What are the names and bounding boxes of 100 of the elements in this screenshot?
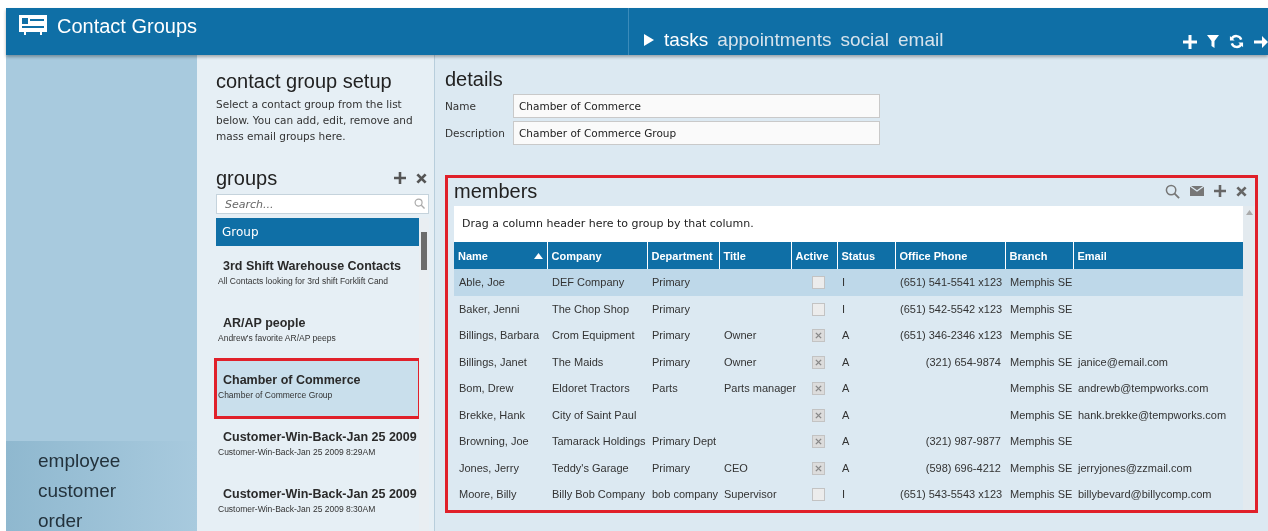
table-cell: Bom, Drew xyxy=(459,382,514,395)
scroll-up-icon[interactable] xyxy=(1245,210,1253,215)
table-row[interactable]: Baker, Jenni The Chop Shop Primary I (651) 542-5542 x123 Memphis SE xyxy=(454,295,1243,322)
group-description: Andrew's favorite AR/AP peeps xyxy=(218,333,337,343)
checkbox[interactable] xyxy=(812,276,825,290)
checkbox[interactable] xyxy=(812,382,825,396)
table-cell: Memphis SE xyxy=(1010,435,1073,448)
column-header[interactable]: Name xyxy=(454,242,547,269)
table-cell: Primary xyxy=(652,355,690,368)
app-title: Contact Groups xyxy=(57,14,198,38)
table-cell: I xyxy=(842,302,846,315)
table-row[interactable]: Browning, Joe Tamarack Holdings Primary Dept A (321) 987-9877 Memphis SE xyxy=(454,428,1243,455)
cross-icon xyxy=(815,332,822,340)
table-cell: Owner xyxy=(724,329,757,342)
groups-title: groups xyxy=(216,166,278,190)
cross-icon xyxy=(815,438,822,446)
members-title: members xyxy=(454,179,538,203)
group-name: Chamber of Commerce xyxy=(222,373,362,387)
add-icon[interactable] xyxy=(1183,34,1197,49)
table-cell: Able, Joe xyxy=(459,276,505,289)
scrollbar-thumb[interactable] xyxy=(421,232,427,270)
nav-tab[interactable]: social xyxy=(840,29,889,51)
table-cell: Memphis SE xyxy=(1010,382,1073,395)
group-name: Customer-Win-Back-Jan 25 2009 xyxy=(222,430,418,444)
details-title: details xyxy=(445,67,504,91)
cross-icon xyxy=(815,385,822,393)
table-cell: Primary xyxy=(652,461,690,474)
column-header[interactable]: Group xyxy=(216,218,419,246)
table-cell: Baker, Jenni xyxy=(459,302,520,315)
search-field[interactable]: Search... xyxy=(216,194,429,214)
table-cell: A xyxy=(842,408,850,421)
table-cell: (651) 541-5541 x123 xyxy=(900,276,1003,289)
checkbox[interactable] xyxy=(812,461,825,475)
table-cell: bob company xyxy=(652,488,719,501)
group-item[interactable]: Customer-Win-Back-Jan 25 2009 Customer-Win-Back-Jan 25 2009 8:30AM xyxy=(216,474,419,531)
table-cell: City of Saint Paul xyxy=(552,408,637,421)
input-field[interactable]: Chamber of Commerce xyxy=(513,94,880,118)
table-row[interactable]: Jones, Jerry Teddy's Garage Primary CEO A (598) 696-4212 Memphis SE jerryjones@zzmail.com xyxy=(454,454,1243,481)
column-header[interactable]: Active xyxy=(791,242,837,269)
checkbox[interactable] xyxy=(812,302,825,316)
column-header[interactable]: Status xyxy=(837,242,895,269)
table-cell: andrewb@tempworks.com xyxy=(1078,382,1209,395)
table-cell: Parts xyxy=(652,382,678,395)
table-cell: I xyxy=(842,488,846,501)
sidebar-item[interactable]: employee xyxy=(38,449,197,473)
table-cell: A xyxy=(842,329,850,342)
checkbox[interactable] xyxy=(812,408,825,422)
group-description: Customer-Win-Back-Jan 25 2009 8:30AM xyxy=(218,504,377,514)
checkbox[interactable] xyxy=(812,435,825,449)
search-icon[interactable] xyxy=(414,198,425,209)
table-row[interactable]: Moore, Billy Billy Bob Company bob company Supervisor I (651) 543-5543 x123 Memphis SE billybevard@billycomp.com xyxy=(454,481,1243,508)
group-name: 3rd Shift Warehouse Contacts xyxy=(222,259,403,273)
add-icon[interactable] xyxy=(1214,185,1226,197)
group-by-hint: Drag a column header here to group by that column. xyxy=(454,206,1243,242)
column-header[interactable]: Company xyxy=(547,242,647,269)
column-header[interactable]: Title xyxy=(719,242,791,269)
column-header[interactable]: Branch xyxy=(1005,242,1073,269)
group-item[interactable]: AR/AP people Andrew's favorite AR/AP peeps xyxy=(216,303,419,360)
sidebar-item[interactable]: order xyxy=(38,509,197,531)
group-description: Customer-Win-Back-Jan 25 2009 8:29AM xyxy=(218,447,377,457)
checkbox[interactable] xyxy=(812,355,825,369)
table-cell: (321) 654-9874 xyxy=(925,355,1001,368)
table-row[interactable]: Billings, Janet The Maids Primary Owner A (321) 654-9874 Memphis SE janice@email.com xyxy=(454,348,1243,375)
table-cell: Memphis SE xyxy=(1010,355,1073,368)
search-icon[interactable] xyxy=(1165,183,1180,199)
table-cell: hank.brekke@tempworks.com xyxy=(1078,408,1227,421)
column-header[interactable]: Department xyxy=(647,242,719,269)
nav-tab[interactable]: email xyxy=(898,29,944,51)
table-cell: Teddy's Garage xyxy=(552,461,629,474)
sidebar-item[interactable]: customer xyxy=(38,479,197,503)
group-item[interactable]: Customer-Win-Back-Jan 25 2009 Customer-Win-Back-Jan 25 2009 8:29AM xyxy=(216,417,419,474)
add-icon[interactable] xyxy=(394,172,406,184)
table-row[interactable]: Billings, Barbara Crom Equipment Primary Owner A (651) 346-2346 x123 Memphis SE xyxy=(454,322,1243,349)
column-header[interactable]: Office Phone xyxy=(895,242,1005,269)
filter-icon[interactable] xyxy=(1207,35,1219,48)
close-icon[interactable] xyxy=(416,172,427,184)
table-cell: A xyxy=(842,382,850,395)
column-header[interactable]: Email xyxy=(1073,242,1243,269)
refresh-icon[interactable] xyxy=(1229,34,1244,49)
input-field[interactable]: Chamber of Commerce Group xyxy=(513,121,880,145)
cross-icon xyxy=(815,358,822,366)
group-description: All Contacts looking for 3rd shift Forklift Cand xyxy=(218,276,390,286)
table-cell: Brekke, Hank xyxy=(459,408,526,421)
table-cell: Crom Equipment xyxy=(552,329,635,342)
table-cell: CEO xyxy=(724,461,748,474)
arrow-right-icon[interactable] xyxy=(1254,34,1268,49)
table-row[interactable]: Brekke, Hank City of Saint Paul A Memphis SE hank.brekke@tempworks.com xyxy=(454,401,1243,428)
checkbox[interactable] xyxy=(812,329,825,343)
table-cell: jerryjones@zzmail.com xyxy=(1078,461,1192,474)
nav-tab[interactable]: tasks xyxy=(664,29,709,51)
close-icon[interactable] xyxy=(1236,185,1247,197)
table-cell: Billy Bob Company xyxy=(552,488,645,501)
group-item[interactable]: 3rd Shift Warehouse Contacts All Contacts looking for 3rd shift Forklift Cand xyxy=(216,246,419,303)
field-label: Name xyxy=(445,100,477,112)
mail-icon[interactable] xyxy=(1190,186,1204,196)
table-row[interactable]: Bom, Drew Eldoret Tractors Parts Parts manager A Memphis SE andrewb@tempworks.com xyxy=(454,375,1243,402)
group-item[interactable]: Chamber of Commerce Chamber of Commerce Group xyxy=(216,360,419,417)
nav-tab[interactable]: appointments xyxy=(717,29,832,51)
play-icon[interactable] xyxy=(643,33,655,47)
checkbox[interactable] xyxy=(812,488,825,502)
